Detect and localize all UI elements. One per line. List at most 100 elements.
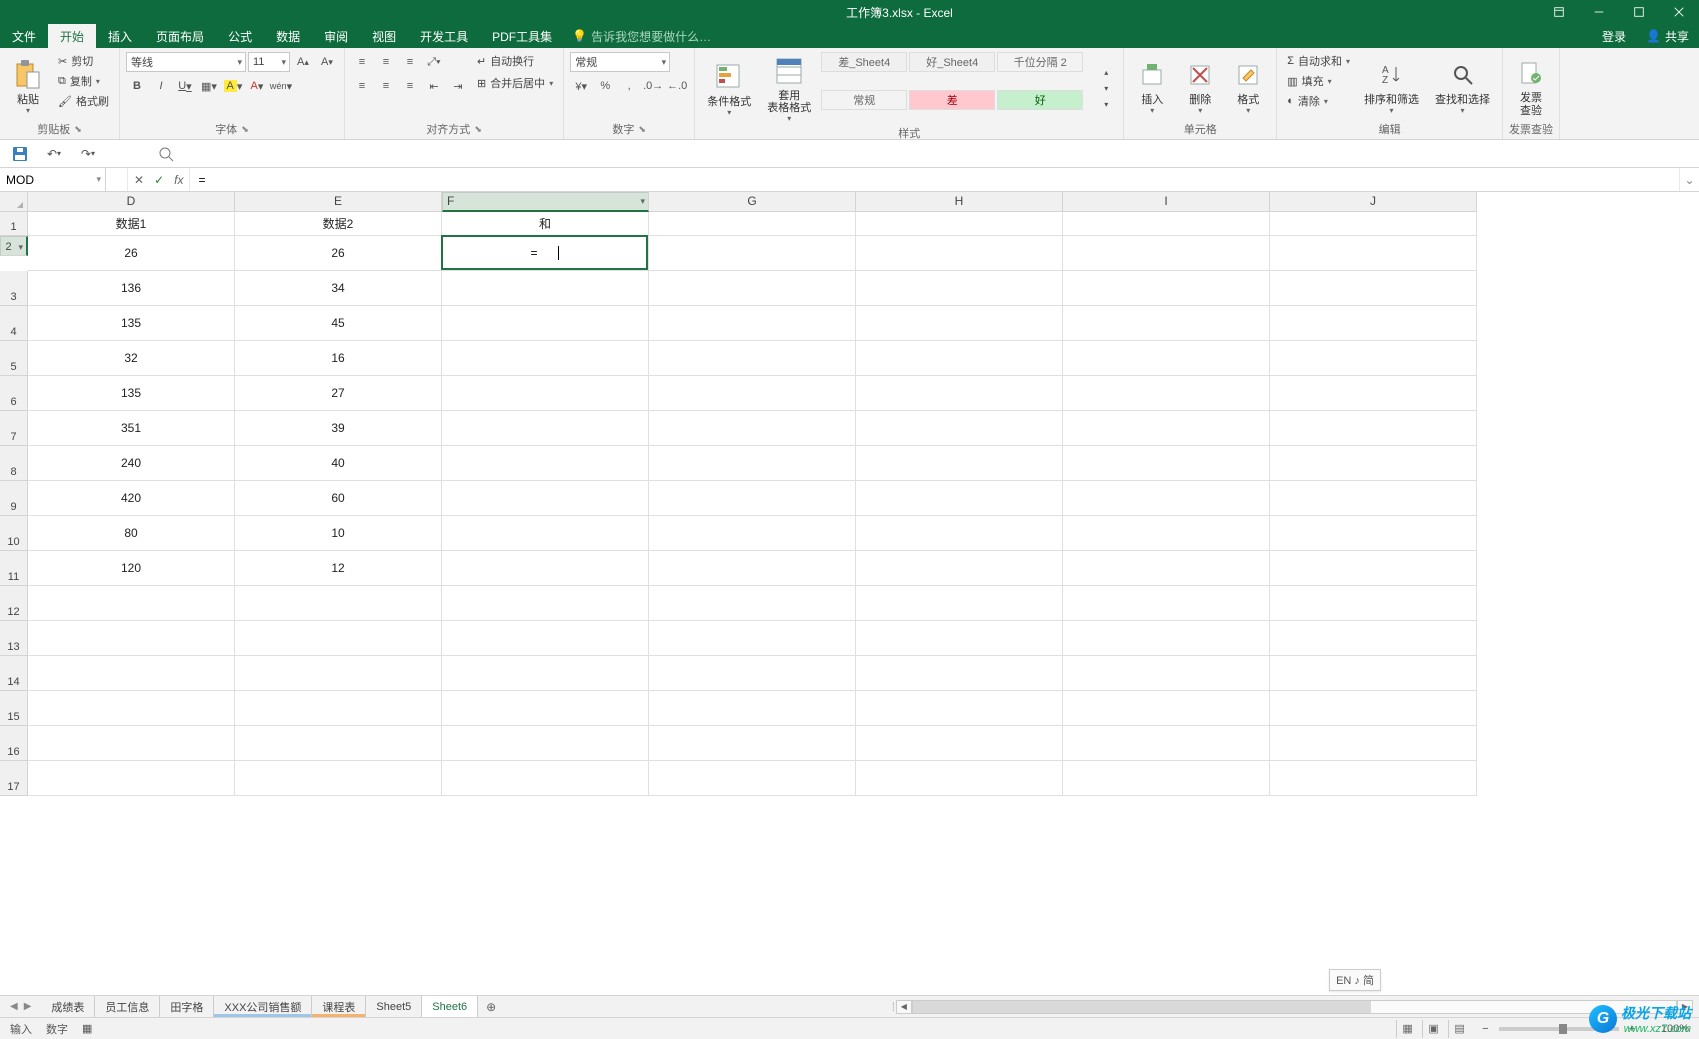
ime-indicator[interactable]: EN ♪ 简: [1329, 969, 1381, 991]
sheet-tab[interactable]: 课程表: [312, 996, 366, 1017]
cell[interactable]: [1063, 691, 1270, 726]
column-header-J[interactable]: J: [1270, 192, 1477, 212]
cell[interactable]: [442, 446, 649, 481]
font-size-select[interactable]: 11: [248, 52, 290, 72]
cell[interactable]: [856, 551, 1063, 586]
cell[interactable]: [856, 516, 1063, 551]
active-cell-editor[interactable]: =: [441, 235, 648, 270]
cancel-entry-button[interactable]: ✕: [134, 173, 144, 187]
find-select-button[interactable]: 查找和选择▾: [1429, 52, 1496, 121]
cell[interactable]: [649, 621, 856, 656]
cell[interactable]: [649, 551, 856, 586]
cell[interactable]: [28, 726, 235, 761]
row-header[interactable]: 14: [0, 656, 28, 691]
cell[interactable]: [1270, 271, 1477, 306]
row-header[interactable]: 17: [0, 761, 28, 796]
print-preview-button[interactable]: [156, 144, 176, 164]
delete-cells-button[interactable]: 删除▾: [1178, 52, 1222, 121]
cell[interactable]: [649, 586, 856, 621]
format-cells-button[interactable]: 格式▾: [1226, 52, 1270, 121]
dialog-launcher-icon[interactable]: ⬊: [474, 124, 482, 135]
row-header[interactable]: 2: [0, 236, 28, 256]
cell[interactable]: [28, 761, 235, 796]
cell[interactable]: [1270, 376, 1477, 411]
cell[interactable]: [1270, 761, 1477, 796]
select-all-corner[interactable]: [0, 192, 28, 212]
cell[interactable]: 和: [442, 212, 649, 236]
fx-button[interactable]: fx: [174, 173, 183, 187]
cell[interactable]: [1063, 621, 1270, 656]
cell[interactable]: [235, 656, 442, 691]
cell[interactable]: [856, 236, 1063, 271]
gallery-more-icon[interactable]: ▾: [1095, 97, 1117, 113]
cell[interactable]: [442, 411, 649, 446]
style-bad[interactable]: 差: [909, 90, 995, 110]
row-header[interactable]: 8: [0, 446, 28, 481]
enter-entry-button[interactable]: ✓: [154, 173, 164, 187]
cell[interactable]: 27: [235, 376, 442, 411]
cell[interactable]: 240: [28, 446, 235, 481]
cell[interactable]: [235, 726, 442, 761]
minimize-button[interactable]: [1579, 0, 1619, 24]
format-as-table-button[interactable]: 套用 表格格式▾: [761, 52, 817, 125]
cell[interactable]: 39: [235, 411, 442, 446]
tab-review[interactable]: 审阅: [312, 24, 360, 48]
cell[interactable]: 16: [235, 341, 442, 376]
decrease-font-button[interactable]: A▾: [316, 52, 338, 72]
font-color-button[interactable]: A▾: [246, 76, 268, 96]
tab-home[interactable]: 开始: [48, 24, 96, 48]
row-header[interactable]: 6: [0, 376, 28, 411]
sheet-nav-prev-icon[interactable]: ◀: [10, 1001, 18, 1012]
fill-button[interactable]: ▥填充▾: [1283, 72, 1354, 90]
tab-formulas[interactable]: 公式: [216, 24, 264, 48]
number-format-select[interactable]: 常规: [570, 52, 670, 72]
cell[interactable]: [1270, 656, 1477, 691]
align-top-button[interactable]: ≡: [351, 52, 373, 72]
cell[interactable]: [1270, 586, 1477, 621]
cell[interactable]: [235, 761, 442, 796]
column-header-I[interactable]: I: [1063, 192, 1270, 212]
cell[interactable]: [442, 516, 649, 551]
cell[interactable]: [1270, 306, 1477, 341]
cell[interactable]: [856, 376, 1063, 411]
cell[interactable]: [28, 691, 235, 726]
sheet-tab[interactable]: XXX公司销售额: [214, 996, 312, 1017]
indent-decrease-button[interactable]: ⇤: [423, 76, 445, 96]
cell[interactable]: 80: [28, 516, 235, 551]
ribbon-options-icon[interactable]: [1539, 0, 1579, 24]
cell[interactable]: [235, 621, 442, 656]
cell[interactable]: [1063, 656, 1270, 691]
tab-pdf[interactable]: PDF工具集: [480, 24, 564, 48]
macro-record-icon[interactable]: ▦: [82, 1022, 92, 1035]
tab-dev[interactable]: 开发工具: [408, 24, 480, 48]
row-header[interactable]: 15: [0, 691, 28, 726]
format-painter-button[interactable]: 🖌格式刷: [54, 92, 113, 110]
row-header[interactable]: 1: [0, 212, 28, 236]
cell[interactable]: [856, 761, 1063, 796]
column-header-F[interactable]: F: [442, 192, 649, 212]
cell[interactable]: [1270, 446, 1477, 481]
cell[interactable]: 120: [28, 551, 235, 586]
cell[interactable]: [856, 341, 1063, 376]
cell[interactable]: [442, 271, 649, 306]
style-normal[interactable]: 常规: [821, 90, 907, 110]
cell[interactable]: [1063, 761, 1270, 796]
cell[interactable]: [442, 761, 649, 796]
cell[interactable]: [1063, 726, 1270, 761]
border-button[interactable]: ▦▾: [198, 76, 220, 96]
cell[interactable]: [649, 341, 856, 376]
sheet-tab[interactable]: Sheet5: [366, 996, 422, 1017]
zoom-level[interactable]: 100%: [1639, 1023, 1689, 1035]
cell[interactable]: [442, 341, 649, 376]
name-box[interactable]: [0, 168, 106, 191]
cell[interactable]: [442, 586, 649, 621]
wrap-text-button[interactable]: ↵自动换行: [473, 52, 557, 70]
increase-decimal-button[interactable]: .0→: [642, 76, 664, 96]
cell[interactable]: [1063, 411, 1270, 446]
cell[interactable]: [649, 516, 856, 551]
cell[interactable]: [856, 306, 1063, 341]
row-header[interactable]: 4: [0, 306, 28, 341]
conditional-format-button[interactable]: 条件格式▾: [701, 52, 757, 125]
cell[interactable]: [856, 726, 1063, 761]
row-header[interactable]: 3: [0, 271, 28, 306]
